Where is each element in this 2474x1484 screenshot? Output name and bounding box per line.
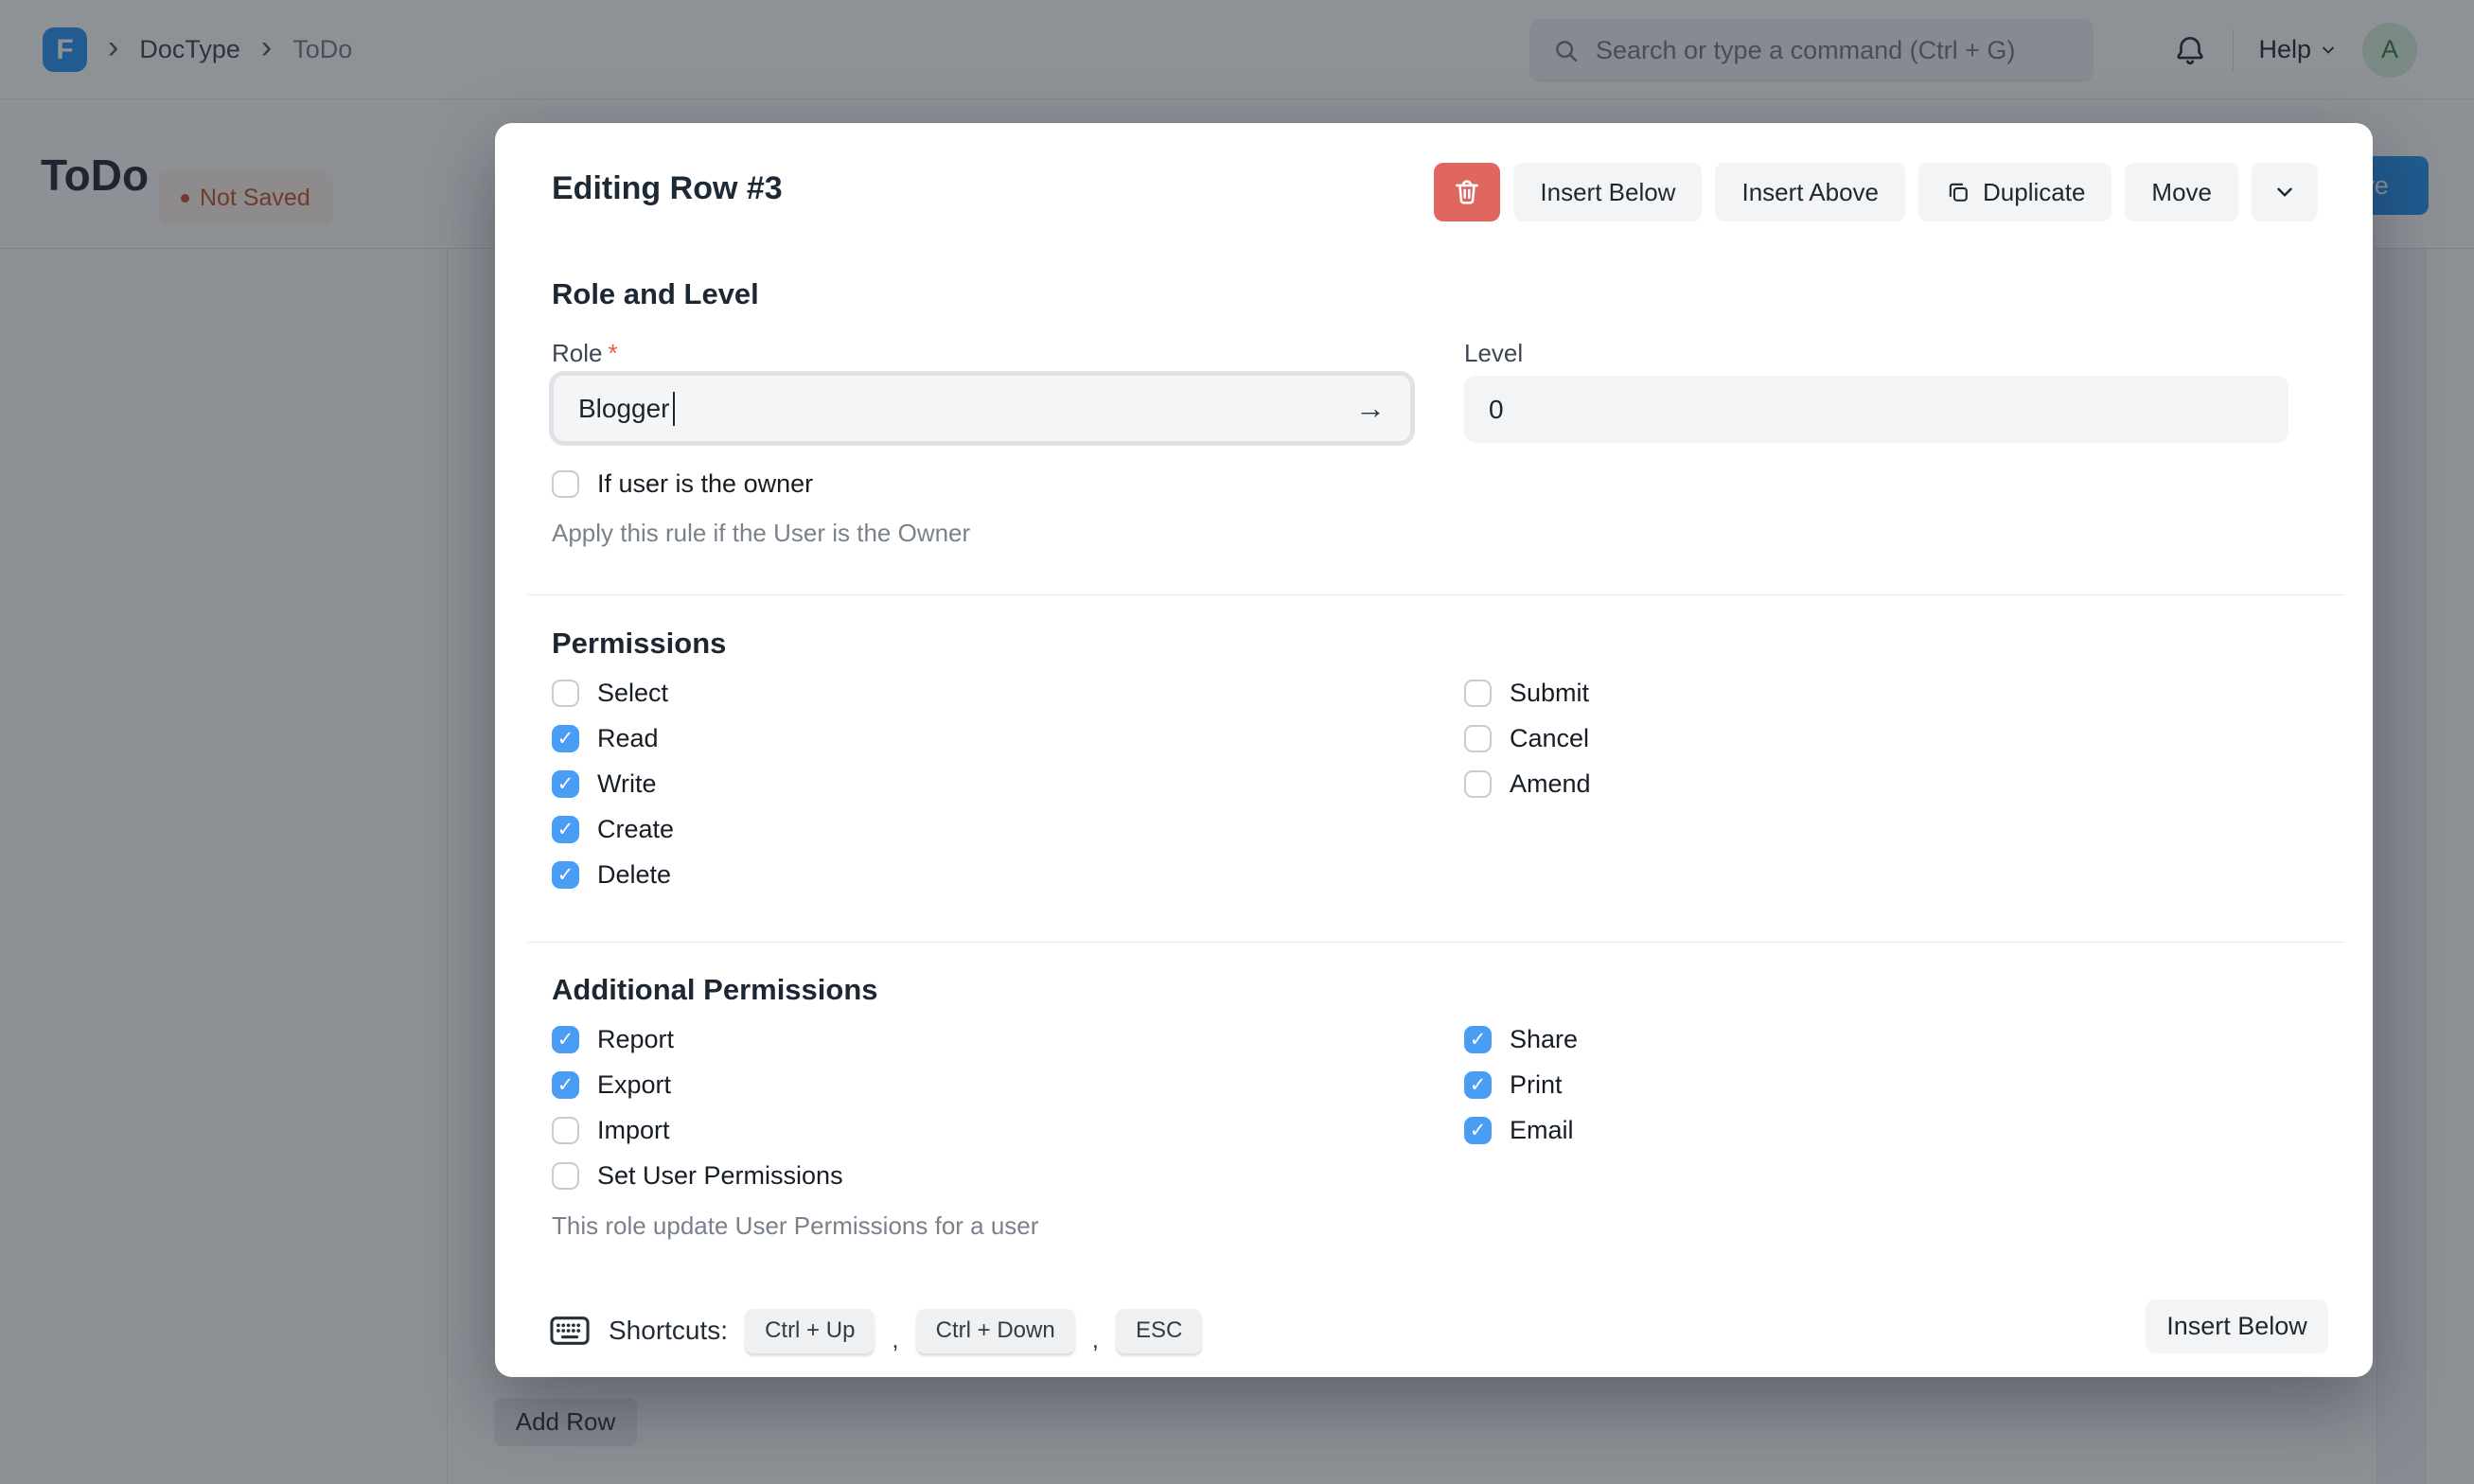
checkbox-label: Write <box>597 769 657 799</box>
checkbox-box[interactable] <box>552 1162 579 1190</box>
duplicate-icon <box>1945 179 1971 205</box>
permissions-right-column: Submit Cancel Amend <box>1464 670 1591 806</box>
checkbox-box[interactable] <box>1464 680 1492 707</box>
checkbox-label: Create <box>597 815 674 844</box>
shortcut-separator: , <box>892 1325 898 1360</box>
section-divider <box>527 594 2345 595</box>
chevron-down-icon <box>2272 180 2297 204</box>
checkbox-box[interactable] <box>552 1026 579 1053</box>
required-asterisk: * <box>608 339 617 367</box>
checkbox-import[interactable]: Import <box>552 1107 843 1153</box>
insert-above-button[interactable]: Insert Above <box>1715 163 1905 221</box>
checkbox-amend[interactable]: Amend <box>1464 761 1591 806</box>
shortcut-separator: , <box>1092 1325 1099 1360</box>
checkbox-box[interactable] <box>1464 1026 1492 1053</box>
link-arrow-icon[interactable]: → <box>1355 391 1386 426</box>
checkbox-box[interactable] <box>1464 725 1492 752</box>
checkbox-label: Report <box>597 1025 674 1054</box>
duplicate-button[interactable]: Duplicate <box>1918 163 2112 221</box>
checkbox-label: Read <box>597 724 659 753</box>
checkbox-create[interactable]: Create <box>552 806 674 852</box>
checkbox-label: Export <box>597 1070 671 1100</box>
checkbox-label: Cancel <box>1510 724 1589 753</box>
kbd-esc: ESC <box>1116 1309 1202 1353</box>
shortcuts-label: Shortcuts: <box>609 1316 728 1346</box>
checkbox-box[interactable] <box>552 816 579 843</box>
checkbox-box[interactable] <box>552 470 579 498</box>
keyboard-icon <box>548 1312 592 1350</box>
insert-below-button[interactable]: Insert Below <box>1513 163 1702 221</box>
checkbox-box[interactable] <box>552 1071 579 1099</box>
additional-permissions-left-column: Report Export Import Set User Permission… <box>552 1016 843 1198</box>
move-button[interactable]: Move <box>2125 163 2238 221</box>
checkbox-read[interactable]: Read <box>552 716 674 761</box>
role-value: Blogger <box>578 394 670 424</box>
checkbox-delete[interactable]: Delete <box>552 852 674 897</box>
level-input[interactable]: 0 <box>1464 376 2288 443</box>
checkbox-label: Import <box>597 1116 670 1145</box>
checkbox-select[interactable]: Select <box>552 670 674 716</box>
delete-row-button[interactable] <box>1434 163 1500 221</box>
checkbox-email[interactable]: Email <box>1464 1107 1578 1153</box>
checkbox-label: Share <box>1510 1025 1578 1054</box>
text-cursor <box>673 392 675 426</box>
checkbox-submit[interactable]: Submit <box>1464 670 1591 716</box>
checkbox-label: If user is the owner <box>597 469 813 499</box>
kbd-ctrl-up: Ctrl + Up <box>745 1309 875 1353</box>
footer-insert-below-button[interactable]: Insert Below <box>2146 1299 2328 1353</box>
checkbox-label: Delete <box>597 860 671 890</box>
edit-row-modal: Editing Row #3 Insert Below Insert Above… <box>495 123 2373 1377</box>
checkbox-label: Submit <box>1510 679 1589 708</box>
section-heading-permissions: Permissions <box>552 627 726 661</box>
checkbox-box[interactable] <box>552 1117 579 1144</box>
checkbox-box[interactable] <box>552 861 579 889</box>
section-heading-additional-permissions: Additional Permissions <box>552 973 878 1007</box>
checkbox-label: Select <box>597 679 668 708</box>
checkbox-box[interactable] <box>1464 1071 1492 1099</box>
checkbox-if-user-is-owner[interactable]: If user is the owner <box>552 461 813 506</box>
section-divider <box>527 942 2345 943</box>
checkbox-export[interactable]: Export <box>552 1062 843 1107</box>
kbd-ctrl-down: Ctrl + Down <box>916 1309 1075 1353</box>
checkbox-write[interactable]: Write <box>552 761 674 806</box>
checkbox-box[interactable] <box>552 770 579 798</box>
checkbox-label: Print <box>1510 1070 1563 1100</box>
permissions-left-column: Select Read Write Create Delete <box>552 670 674 897</box>
set-user-permissions-help-text: This role update User Permissions for a … <box>552 1211 1038 1241</box>
checkbox-print[interactable]: Print <box>1464 1062 1578 1107</box>
more-actions-button[interactable] <box>2252 163 2318 221</box>
checkbox-label: Email <box>1510 1116 1574 1145</box>
checkbox-share[interactable]: Share <box>1464 1016 1578 1062</box>
checkbox-box[interactable] <box>552 680 579 707</box>
checkbox-label: Set User Permissions <box>597 1161 843 1191</box>
checkbox-box[interactable] <box>1464 1117 1492 1144</box>
checkbox-report[interactable]: Report <box>552 1016 843 1062</box>
duplicate-label: Duplicate <box>1983 178 2085 207</box>
checkbox-box[interactable] <box>552 725 579 752</box>
role-label: Role* <box>552 339 618 368</box>
modal-toolbar: Insert Below Insert Above Duplicate Move <box>1434 163 2318 221</box>
level-label: Level <box>1464 339 1523 368</box>
checkbox-label: Amend <box>1510 769 1591 799</box>
screen: F › DocType › ToDo Search or type a comm… <box>0 0 2474 1484</box>
checkbox-cancel[interactable]: Cancel <box>1464 716 1591 761</box>
modal-footer-shortcuts: Shortcuts: Ctrl + Up , Ctrl + Down , ESC <box>548 1301 1202 1360</box>
section-heading-role-and-level: Role and Level <box>552 277 759 311</box>
trash-icon <box>1451 176 1483 208</box>
additional-permissions-right-column: Share Print Email <box>1464 1016 1578 1153</box>
modal-title: Editing Row #3 <box>552 170 783 207</box>
checkbox-box[interactable] <box>1464 770 1492 798</box>
checkbox-set-user-permissions[interactable]: Set User Permissions <box>552 1153 843 1198</box>
owner-help-text: Apply this rule if the User is the Owner <box>552 519 970 548</box>
role-input[interactable]: Blogger → <box>549 371 1415 446</box>
